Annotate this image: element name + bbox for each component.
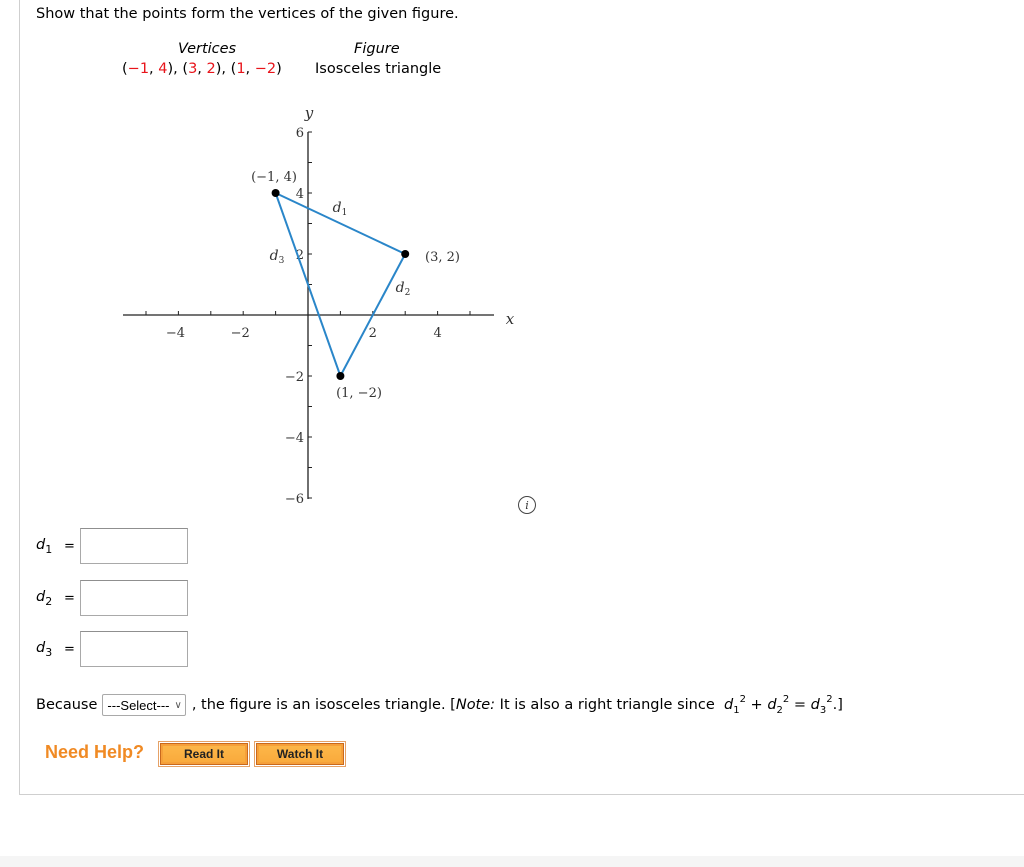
x-tick-label: 2 — [369, 326, 377, 341]
vertex-point — [336, 372, 345, 380]
because-sentence: Because ---Select--- ∨ , the figure is an… — [36, 694, 843, 716]
answer-label-d1: d1 — [36, 537, 53, 556]
need-help-label: Need Help? — [45, 742, 145, 762]
pythagorean-equation: d12 + d22 = d32.] — [723, 694, 843, 716]
vertex-point — [271, 189, 280, 197]
vertex-label: (1, −2) — [336, 386, 382, 401]
info-icon[interactable]: i — [518, 496, 536, 514]
y-tick-label: −6 — [285, 492, 304, 507]
x-tick-label: −4 — [166, 326, 185, 341]
note-text: It is also a right triangle since — [495, 697, 720, 713]
reason-select-value: ---Select--- — [107, 697, 170, 713]
reason-select[interactable]: ---Select--- ∨ — [102, 694, 186, 716]
x-tick-label: 4 — [433, 326, 441, 341]
y-axis-label: y — [304, 104, 314, 122]
vertex-point — [401, 250, 410, 258]
chevron-down-icon: ∨ — [174, 699, 182, 711]
y-tick-label: 4 — [296, 187, 304, 202]
segment-label-d3: d3 — [270, 248, 285, 266]
watch-it-button[interactable]: Watch It — [254, 741, 346, 767]
note-label: Note: — [455, 697, 496, 713]
vertex-label: (3, 2) — [425, 250, 460, 265]
equals-sign: = — [64, 591, 75, 606]
y-tick-label: 6 — [296, 126, 304, 141]
x-tick-label: −2 — [231, 326, 250, 341]
equals-sign: = — [64, 539, 75, 554]
y-tick-label: −2 — [285, 370, 304, 385]
answer-label-d2: d2 — [36, 589, 53, 608]
footer-band — [0, 856, 1024, 867]
x-axis-label: x — [506, 310, 515, 328]
because-prefix: Because — [36, 697, 98, 713]
vertex-label: (−1, 4) — [251, 170, 297, 185]
read-it-button[interactable]: Read It — [158, 741, 250, 767]
equals-sign: = — [64, 642, 75, 657]
y-tick-label: −4 — [285, 431, 304, 446]
answer-input-d1[interactable] — [80, 528, 188, 564]
answer-input-d2[interactable] — [80, 580, 188, 616]
segment-label-d2: d2 — [396, 280, 411, 298]
segment-label-d1: d1 — [333, 200, 348, 218]
answer-input-d3[interactable] — [80, 631, 188, 667]
coordinate-graph: −4 −2 2 4642−2−4−6xyd1d2d3(−1, 4)(3, 2)(1, … — [123, 104, 515, 507]
answer-label-d3: d3 — [36, 640, 53, 659]
because-middle: , the figure is an isosceles triangle. [ — [191, 697, 456, 713]
